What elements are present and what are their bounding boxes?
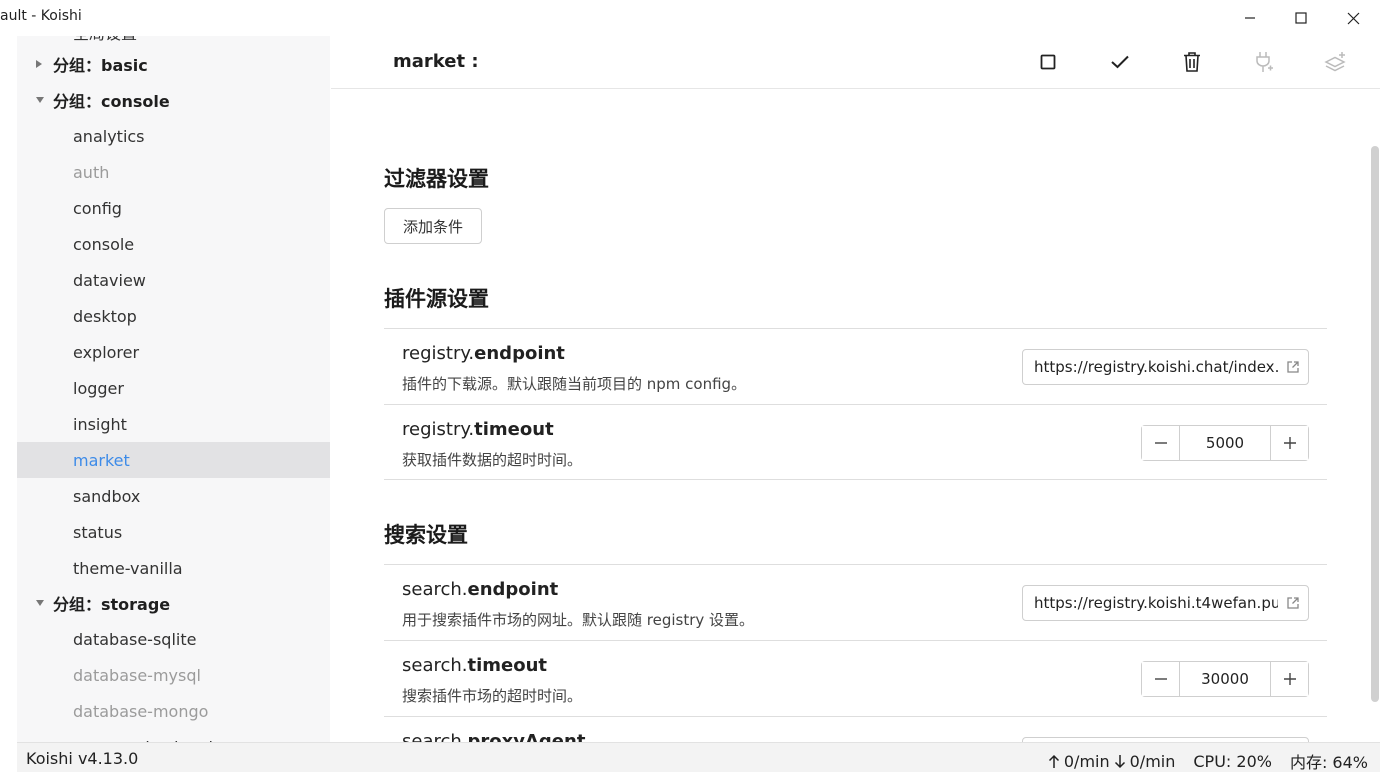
minimize-icon	[1245, 17, 1255, 19]
increment-button[interactable]	[1271, 426, 1308, 460]
caret-right-icon	[35, 46, 53, 82]
setting-key: registry.timeout	[402, 419, 554, 440]
setting-key: search.proxyAgent	[402, 731, 586, 742]
sidebar-item-database-sqlite[interactable]: database-sqlite	[17, 621, 330, 657]
registry-section-title: 插件源设置	[384, 287, 489, 311]
plugin-sidebar: 全局设置 分组：basic 分组：console analytics auth …	[17, 36, 330, 742]
minus-icon	[1154, 678, 1167, 680]
registry-timeout-stepper: 5000	[1141, 425, 1309, 461]
registry-timeout-value[interactable]: 5000	[1179, 426, 1271, 460]
page-title: market :	[393, 51, 479, 72]
arrow-down-icon	[1114, 754, 1125, 768]
caret-down-icon	[35, 82, 53, 118]
sidebar-item-desktop[interactable]: desktop	[17, 298, 330, 334]
delete-button[interactable]	[1174, 46, 1210, 78]
search-timeout-value[interactable]: 30000	[1179, 662, 1271, 696]
sidebar-item-theme-vanilla[interactable]: theme-vanilla	[17, 550, 330, 586]
square-icon	[1040, 54, 1056, 70]
decrement-button[interactable]	[1142, 426, 1179, 460]
window-title: ault - Koishi	[0, 8, 82, 24]
group-console[interactable]: 分组：console	[17, 82, 330, 118]
sidebar-item-analytics[interactable]: analytics	[17, 118, 330, 154]
setting-desc: 获取插件数据的超时时间。	[402, 451, 583, 469]
registry-endpoint-input[interactable]: https://registry.koishi.chat/index.json	[1022, 349, 1309, 385]
arrow-up-icon	[1048, 754, 1059, 768]
status-bar: Koishi v4.13.0 0/min 0/min CPU: 20% 内存: …	[17, 742, 1380, 772]
setting-key: search.timeout	[402, 655, 548, 676]
sidebar-item-insight[interactable]: insight	[17, 406, 330, 442]
external-link-icon[interactable]	[1278, 350, 1308, 384]
sidebar-item-dataview[interactable]: dataview	[17, 262, 330, 298]
setting-search-timeout: search.timeout 搜索插件市场的超时时间。 30000	[384, 640, 1327, 716]
setting-key: registry.endpoint	[402, 343, 565, 364]
dependency-button[interactable]	[1246, 46, 1282, 78]
sidebar-item-sandbox[interactable]: sandbox	[17, 478, 330, 514]
main-panel: market : 过滤器设置 添加条件 插件源设置 registry.endpo…	[331, 36, 1380, 742]
group-basic[interactable]: 分组：basic	[17, 46, 330, 82]
close-icon	[1347, 12, 1359, 24]
memory-usage: 内存: 64%	[1289, 753, 1368, 772]
setting-registry-endpoint: registry.endpoint 插件的下载源。默认跟随当前项目的 npm c…	[384, 328, 1327, 404]
toggle-plugin-button[interactable]	[1030, 46, 1066, 78]
title-bar: ault - Koishi	[0, 0, 1380, 36]
external-link-icon[interactable]	[1278, 586, 1308, 620]
sidebar-item-memory-backend[interactable]: memory-backend	[17, 729, 330, 743]
filter-section-title: 过滤器设置	[384, 167, 489, 191]
sidebar-item-logger[interactable]: logger	[17, 370, 330, 406]
scrollbar[interactable]	[1371, 146, 1379, 702]
setting-search-endpoint: search.endpoint 用于搜索插件市场的网址。默认跟随 registr…	[384, 564, 1327, 640]
decrement-button[interactable]	[1142, 662, 1179, 696]
close-button[interactable]	[1326, 0, 1380, 36]
minimize-button[interactable]	[1223, 0, 1277, 36]
plus-icon	[1283, 437, 1296, 449]
settings-content: 过滤器设置 添加条件 插件源设置 registry.endpoint 插件的下载…	[331, 90, 1380, 742]
setting-desc: 用于搜索插件市场的网址。默认跟随 registry 设置。	[402, 611, 755, 629]
sidebar-item-console[interactable]: console	[17, 226, 330, 262]
sidebar-item-auth[interactable]: auth	[17, 154, 330, 190]
plug-icon	[1256, 52, 1273, 72]
search-section-title: 搜索设置	[384, 523, 468, 547]
plus-icon	[1283, 673, 1296, 685]
check-icon	[1111, 55, 1129, 69]
trash-icon	[1184, 52, 1200, 72]
search-endpoint-input[interactable]: https://registry.koishi.t4wefan.pub/inde…	[1022, 585, 1309, 621]
sidebar-item-market[interactable]: market	[17, 442, 330, 478]
setting-desc: 插件的下载源。默认跟随当前项目的 npm config。	[402, 375, 747, 393]
caret-down-icon	[35, 585, 53, 621]
minus-icon	[1154, 442, 1167, 444]
search-timeout-stepper: 30000	[1141, 661, 1309, 697]
network-rate: 0/min 0/min	[1048, 752, 1175, 771]
save-button[interactable]	[1102, 46, 1138, 78]
setting-search-proxy-agent: search.proxyAgent	[384, 716, 1327, 742]
add-to-group-button[interactable]	[1318, 46, 1354, 78]
main-header: market :	[331, 36, 1380, 89]
sidebar-item-config[interactable]: config	[17, 190, 330, 226]
maximize-button[interactable]	[1274, 0, 1328, 36]
sidebar-item-status[interactable]: status	[17, 514, 330, 550]
setting-desc: 搜索插件市场的超时时间。	[402, 687, 583, 705]
group-storage[interactable]: 分组：storage	[17, 585, 330, 621]
sidebar-item-database-mysql[interactable]: database-mysql	[17, 657, 330, 693]
sidebar-item-explorer[interactable]: explorer	[17, 334, 330, 370]
version-label: Koishi v4.13.0	[26, 749, 139, 768]
increment-button[interactable]	[1271, 662, 1308, 696]
setting-key: search.endpoint	[402, 579, 559, 600]
maximize-icon	[1295, 12, 1307, 24]
sidebar-item-database-mongo[interactable]: database-mongo	[17, 693, 330, 729]
status-right: 0/min 0/min CPU: 20% 内存: 64%	[1048, 749, 1368, 773]
layers-add-icon	[1324, 52, 1346, 72]
setting-registry-timeout: registry.timeout 获取插件数据的超时时间。 5000	[384, 404, 1327, 480]
add-condition-button[interactable]: 添加条件	[384, 208, 482, 244]
cpu-usage: CPU: 20%	[1193, 751, 1272, 771]
